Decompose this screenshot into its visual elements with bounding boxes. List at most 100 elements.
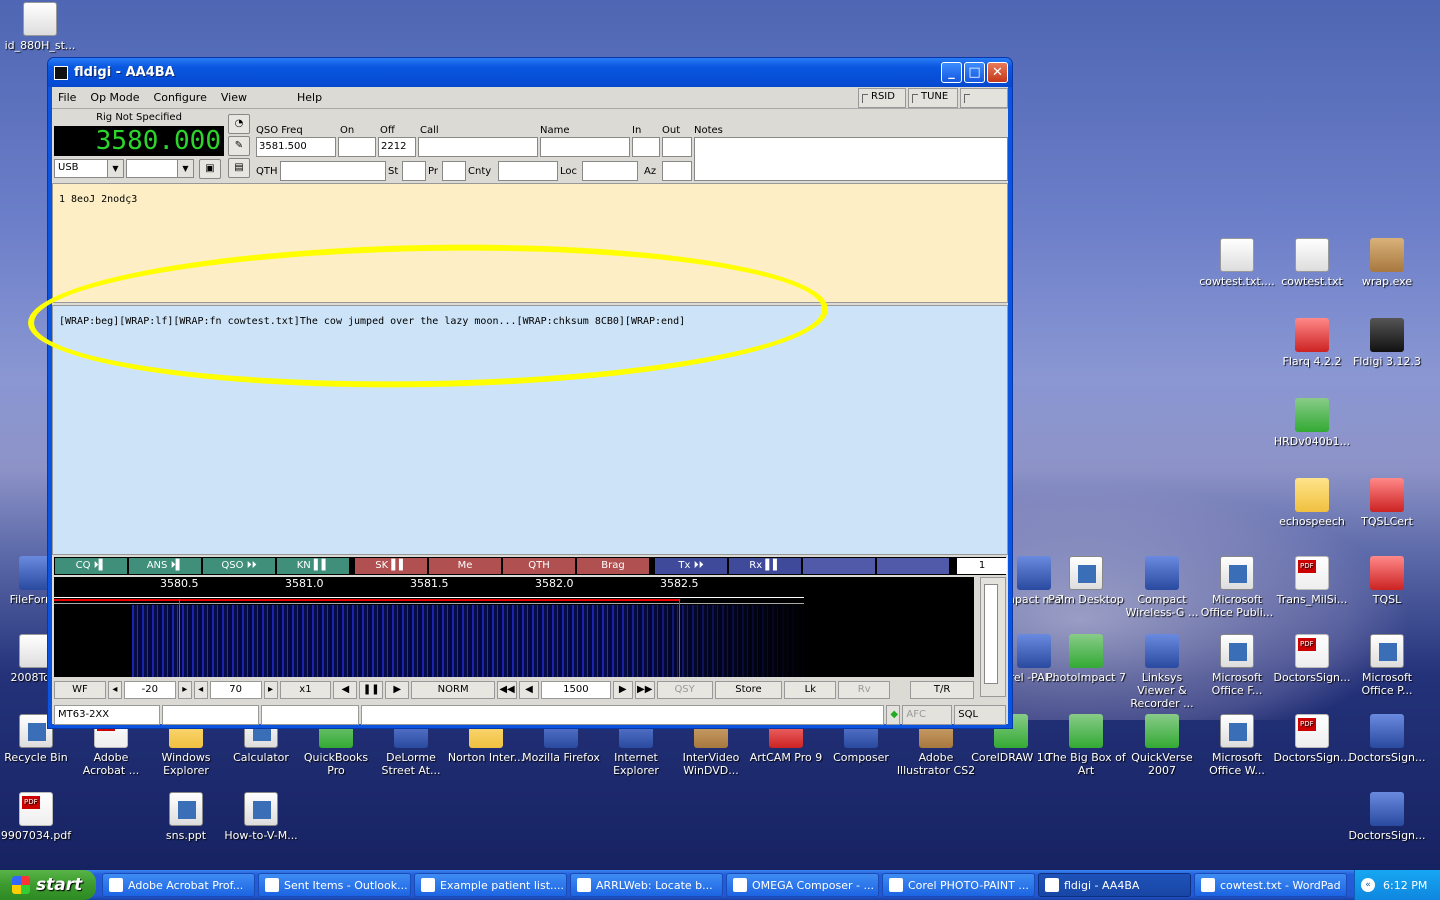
rewind-icon[interactable]: ◀ [518,681,539,699]
menu-help[interactable]: Help [291,91,330,104]
mode-select[interactable]: USB ▼ [54,159,124,178]
reverse-toggle[interactable]: Rv [838,681,891,699]
maximize-button[interactable]: □ [964,62,985,83]
macro-ans-button[interactable]: ANS ⏵▌ [129,558,201,574]
rst-in-field[interactable] [632,137,660,157]
desktop-icon[interactable]: QuickVerse 2007 [1122,714,1202,777]
desktop-icon[interactable]: Linksys Viewer & Recorder ... [1122,634,1202,710]
desktop-icon[interactable]: echospeech [1272,478,1352,528]
qso-freq-field[interactable]: 3581.500 [256,137,336,157]
desktop-icon[interactable]: wrap.exe [1347,238,1427,288]
speed-button[interactable]: NORM [411,681,496,699]
minimize-button[interactable]: _ [941,62,962,83]
rst-out-field[interactable] [662,137,692,157]
time-on-field[interactable] [338,137,376,157]
afc-toggle[interactable]: AFC [902,705,953,725]
store-button[interactable]: Store [714,681,783,699]
call-field[interactable] [418,137,538,157]
zoom-button[interactable]: x1 [279,681,332,699]
wf-mode-button[interactable]: WF [54,681,106,699]
taskbar-task-button[interactable]: fldigi - AA4BA [1038,873,1191,897]
desktop-icon[interactable]: Microsoft Office P... [1347,634,1427,697]
desktop-icon[interactable]: Trans_MilSi... [1272,556,1352,606]
rsid-button[interactable]: RSID [858,88,906,108]
ref-level-field[interactable]: -20 [123,681,176,699]
faster-icon[interactable]: ▶ [385,681,410,699]
country-field[interactable] [498,161,558,181]
range-field[interactable]: 70 [209,681,262,699]
lock-toggle[interactable]: Lk [784,681,837,699]
taskbar-task-button[interactable]: Example patient list.... [414,873,567,897]
desktop-icon[interactable]: Microsoft Office W... [1197,714,1277,777]
macro-tx-button[interactable]: Tx ⏵⏵ [655,558,727,574]
desktop-icon[interactable]: TQSL [1347,556,1427,606]
mode-status[interactable]: MT63-2XX [54,705,160,725]
arrow-right-icon[interactable]: ▸ [177,681,192,699]
desktop-icon[interactable]: The Big Box of Art [1046,714,1126,777]
sql-toggle[interactable]: SQL [954,705,1007,725]
rig-memory-icon[interactable]: ▣ [199,159,221,179]
menu-configure[interactable]: Configure [148,91,215,104]
desktop-icon[interactable]: Compact Wireless-G ... [1122,556,1202,619]
desktop-icon[interactable]: id_880H_st... [0,2,80,52]
macro-brag-button[interactable]: Brag [577,558,649,574]
desktop-icon[interactable]: sns.ppt [146,792,226,842]
desktop-icon[interactable]: TQSLCert [1347,478,1427,528]
desktop-icon[interactable]: DoctorsSign... [1272,634,1352,684]
desktop-icon[interactable]: Microsoft Office F... [1197,634,1277,697]
tr-toggle[interactable]: T/R [910,681,974,699]
desktop-icon[interactable]: Palm Desktop [1046,556,1126,606]
start-button[interactable]: start [0,870,96,900]
menu-file[interactable]: File [52,91,84,104]
forward-icon[interactable]: ▶ [612,681,633,699]
broom-icon[interactable]: ✎ [228,136,250,156]
menu-view[interactable]: View [215,91,255,104]
macro-empty-button-1[interactable] [803,558,875,574]
macro-rx-button[interactable]: Rx ▌▌ [729,558,801,574]
close-button[interactable]: ✕ [987,62,1008,83]
locator-field[interactable] [582,161,638,181]
arrow-right-icon[interactable]: ▸ [263,681,278,699]
transmit-text-pane[interactable]: [WRAP:beg][WRAP:lf][WRAP:fn cowtest.txt]… [52,305,1008,555]
desktop-icon[interactable]: cowtest.txt [1272,238,1352,288]
name-field[interactable] [540,137,630,157]
desktop-icon[interactable]: PhotoImpact 7 [1046,634,1126,684]
fast-rewind-icon[interactable]: ◀◀ [497,681,517,699]
time-off-field[interactable]: 2212 [378,137,416,157]
tune-button[interactable]: TUNE [908,88,958,108]
taskbar-task-button[interactable]: Sent Items - Outlook... [258,873,411,897]
taskbar-task-button[interactable]: Corel PHOTO-PAINT ... [882,873,1035,897]
taskbar-task-button[interactable]: Adobe Acrobat Prof... [102,873,255,897]
desktop-icon[interactable]: 9907034.pdf [0,792,76,842]
desktop-icon[interactable]: DoctorsSign... [1272,714,1352,764]
bandwidth-select[interactable]: ▼ [126,159,194,178]
macro-qso-button[interactable]: QSO ⏵⏵ [203,558,275,574]
arrow-left-icon[interactable]: ◂ [107,681,122,699]
tray-expand-icon[interactable]: « [1361,878,1375,892]
state-field[interactable] [402,161,426,181]
macro-qth-button[interactable]: QTH [503,558,575,574]
signal-level-slider[interactable] [980,577,1006,697]
qsy-button[interactable]: QSY [656,681,713,699]
macro-cq-button[interactable]: CQ ⏵▌ [55,558,127,574]
macro-set-indicator[interactable]: 1 [957,558,1007,574]
desktop-icon[interactable]: Flarq 4.2.2 [1272,318,1352,368]
taskbar-task-button[interactable]: cowtest.txt - WordPad [1194,873,1347,897]
taskbar-task-button[interactable]: ARRLWeb: Locate b... [570,873,723,897]
clock-icon[interactable]: ◔ [228,114,250,134]
desktop-icon[interactable]: DoctorsSign... [1347,714,1427,764]
desktop-icon[interactable]: How-to-V-M... [221,792,301,842]
qth-field[interactable] [280,161,386,181]
receive-text-pane[interactable]: 1 8eoJ 2nodç3 [52,183,1008,303]
macro-empty-button-2[interactable] [877,558,949,574]
fast-forward-icon[interactable]: ▶▶ [634,681,655,699]
desktop-icon[interactable]: DoctorsSign... [1347,792,1427,842]
province-field[interactable] [442,161,466,181]
taskbar-task-button[interactable]: OMEGA Composer - ... [726,873,879,897]
logbook-icon[interactable]: ▤ [228,158,250,178]
notes-field[interactable] [694,137,1008,181]
carrier-field[interactable]: 1500 [540,681,611,699]
menu-spare-button[interactable] [960,88,1008,108]
desktop-icon[interactable]: Microsoft Office Publi... [1197,556,1277,619]
waterfall-display[interactable]: 3580.5 3581.0 3581.5 3582.0 3582.5 [54,577,974,677]
